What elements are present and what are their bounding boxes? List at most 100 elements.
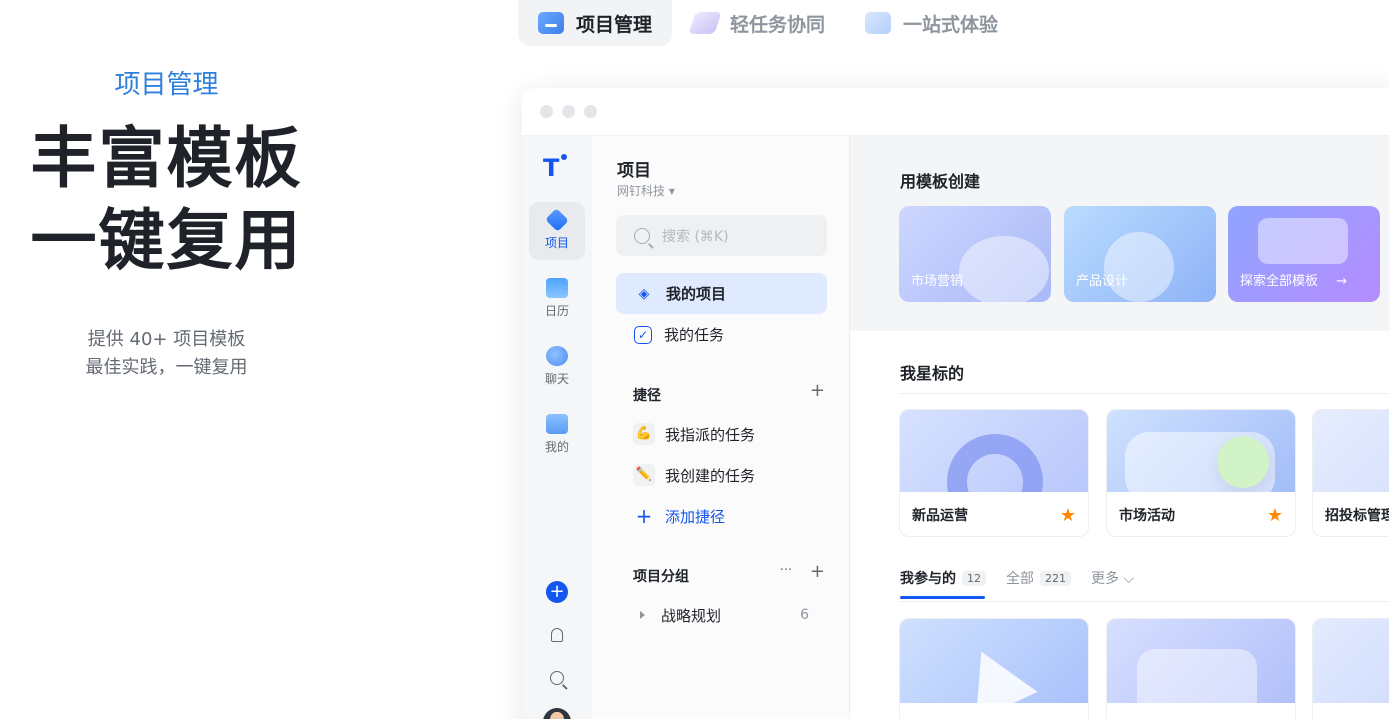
monitor-icon bbox=[865, 12, 892, 34]
more-icon[interactable]: ··· bbox=[780, 563, 792, 578]
project-card[interactable] bbox=[899, 618, 1089, 719]
bell-icon[interactable] bbox=[551, 628, 563, 642]
tab-all[interactable]: 全部 221 bbox=[1006, 568, 1071, 588]
hero-title: 丰富模板 一键复用 bbox=[0, 118, 333, 282]
shortcut-created-by-me[interactable]: ✏️ 我创建的任务 bbox=[633, 460, 755, 490]
explore-label: 探索全部模板 bbox=[1240, 274, 1319, 289]
group-row[interactable]: 战略规划 6 bbox=[640, 600, 809, 630]
card-meta: 新品运营 ★ bbox=[900, 492, 1088, 536]
tab-participating[interactable]: 我参与的 12 bbox=[900, 568, 986, 588]
pen-icon bbox=[688, 12, 722, 34]
rail-item-project[interactable]: 项目 bbox=[529, 202, 585, 260]
template-section: 用模板创建 市场营销 产品设计 探索全部模板 → bbox=[850, 136, 1389, 331]
nav-my-projects[interactable]: ◈ 我的项目 bbox=[616, 273, 827, 314]
avatar[interactable] bbox=[543, 708, 571, 719]
rail-item-label: 日历 bbox=[544, 304, 569, 318]
window-minimize-dot[interactable] bbox=[562, 105, 575, 118]
window-zoom-dot[interactable] bbox=[584, 105, 597, 118]
starred-card[interactable]: 新品运营 ★ bbox=[899, 409, 1089, 537]
project-panel: 项目 网钉科技 ▾ 搜索 (⌘K) ◈ 我的项目 ✓ 我的任务 捷径 + 💪 我… bbox=[592, 136, 850, 719]
group-label: 战略规划 bbox=[661, 606, 722, 625]
project-filter-tabs: 我参与的 12 全部 221 更多 ⌵ bbox=[900, 568, 1154, 588]
card-meta: 市场活动 ★ bbox=[1107, 492, 1295, 536]
card-title: 招投标管理 bbox=[1325, 508, 1389, 524]
app-logo-dot bbox=[561, 154, 567, 160]
calendar-icon bbox=[546, 278, 568, 298]
hero-sub-line2: 最佳实践，一键复用 bbox=[85, 357, 248, 378]
checkbox-icon: ✓ bbox=[634, 325, 652, 344]
tab-light-task[interactable]: 轻任务协同 bbox=[672, 0, 845, 46]
caret-right-icon[interactable] bbox=[640, 611, 645, 619]
tab-label: 项目管理 bbox=[576, 13, 653, 36]
card-cover bbox=[900, 619, 1088, 719]
image-icon bbox=[1137, 649, 1257, 719]
panel-title: 项目 bbox=[617, 161, 651, 181]
hero-section: 项目管理 丰富模板 一键复用 提供 40+ 项目模板 最佳实践，一键复用 bbox=[0, 0, 333, 719]
chat-icon bbox=[546, 346, 568, 366]
rail-item-calendar[interactable]: 日历 bbox=[529, 270, 585, 328]
search-input[interactable]: 搜索 (⌘K) bbox=[616, 215, 827, 256]
image-icon bbox=[1104, 232, 1174, 302]
rail-profile bbox=[522, 708, 592, 719]
tab-more[interactable]: 更多 ⌵ bbox=[1091, 568, 1134, 588]
tab-project-management[interactable]: 项目管理 bbox=[518, 0, 673, 46]
starred-card[interactable]: 市场活动 ★ bbox=[1106, 409, 1296, 537]
me-icon bbox=[546, 414, 568, 434]
nav-label: 我的任务 bbox=[664, 326, 725, 344]
hero-sub-line1: 提供 40+ 项目模板 bbox=[87, 329, 246, 350]
image-icon bbox=[959, 236, 1049, 302]
layers-icon: ◈ bbox=[638, 285, 650, 302]
hero-title-line1: 丰富模板 bbox=[30, 120, 303, 197]
group-count: 6 bbox=[800, 607, 809, 623]
add-shortcut-label: 添加捷径 bbox=[665, 507, 726, 526]
rail-item-me[interactable]: 我的 bbox=[529, 406, 585, 464]
ball-icon bbox=[1217, 436, 1269, 488]
window-close-dot[interactable] bbox=[540, 105, 553, 118]
shapes-icon bbox=[1258, 218, 1348, 264]
divider bbox=[900, 601, 1389, 602]
template-heading: 用模板创建 bbox=[900, 172, 981, 191]
nav-my-tasks[interactable]: ✓ 我的任务 bbox=[616, 314, 827, 355]
count-badge: 12 bbox=[962, 570, 986, 586]
add-shortcut-button[interactable]: + 添加捷径 bbox=[633, 501, 725, 531]
template-label: 市场营销 bbox=[911, 274, 964, 289]
add-shortcut-plus[interactable]: + bbox=[810, 380, 825, 401]
template-card-marketing[interactable]: 市场营销 bbox=[899, 206, 1051, 302]
create-button[interactable]: + bbox=[546, 581, 568, 603]
tab-label: 全部 bbox=[1006, 571, 1034, 587]
count-badge: 221 bbox=[1040, 570, 1071, 586]
hero-kicker: 项目管理 bbox=[114, 70, 219, 100]
rail-item-label: 聊天 bbox=[544, 372, 569, 386]
cursor-icon bbox=[950, 637, 1038, 719]
project-card[interactable] bbox=[1106, 618, 1296, 719]
shortcut-label: 我创建的任务 bbox=[665, 466, 756, 485]
template-label: 探索全部模板 → bbox=[1240, 270, 1347, 289]
add-group-plus[interactable]: + bbox=[810, 561, 825, 582]
template-card-product[interactable]: 产品设计 bbox=[1064, 206, 1216, 302]
star-icon[interactable]: ★ bbox=[1267, 505, 1283, 526]
project-card[interactable] bbox=[1312, 618, 1389, 719]
starred-card[interactable]: 招投标管理 bbox=[1312, 409, 1389, 537]
card-title: 新品运营 bbox=[912, 508, 968, 524]
card-cover bbox=[1313, 410, 1389, 492]
rail-notifications bbox=[522, 628, 592, 642]
tab-one-stop[interactable]: 一站式体验 bbox=[845, 0, 1018, 46]
muscle-icon: 💪 bbox=[633, 423, 655, 445]
nav-label: 我的项目 bbox=[666, 285, 727, 303]
hero-subtitle: 提供 40+ 项目模板 最佳实践，一键复用 bbox=[0, 326, 333, 382]
groups-heading: 项目分组 bbox=[633, 569, 689, 585]
card-cover bbox=[1107, 410, 1295, 492]
active-tab-indicator bbox=[900, 596, 985, 599]
template-card-explore-all[interactable]: 探索全部模板 → bbox=[1228, 206, 1380, 302]
window-titlebar bbox=[522, 88, 1389, 136]
hero-title-line2: 一键复用 bbox=[30, 202, 303, 279]
shortcut-assigned-by-me[interactable]: 💪 我指派的任务 bbox=[633, 419, 755, 449]
app-window: T 项目 日历 聊天 我的 + 项目 网钉科技 ▾ 搜索 (⌘K) ◈ 我的项目… bbox=[522, 88, 1389, 719]
search-icon[interactable] bbox=[550, 671, 564, 685]
pencil-icon: ✏️ bbox=[633, 464, 655, 486]
template-label: 产品设计 bbox=[1076, 274, 1129, 289]
shortcut-label: 我指派的任务 bbox=[665, 425, 756, 444]
rail-item-chat[interactable]: 聊天 bbox=[529, 338, 585, 396]
star-icon[interactable]: ★ bbox=[1060, 505, 1076, 526]
org-switcher[interactable]: 网钉科技 ▾ bbox=[617, 182, 675, 199]
